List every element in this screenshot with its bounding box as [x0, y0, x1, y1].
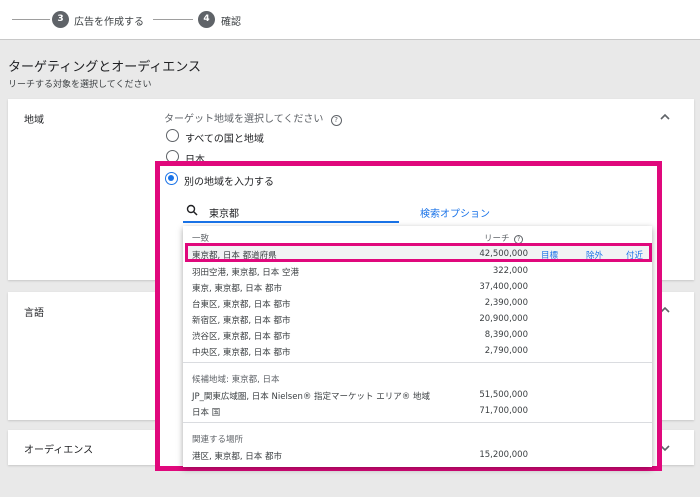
- step-label[interactable]: 確認: [221, 13, 241, 28]
- stepper: 3 広告を作成する 4 確認: [0, 0, 700, 40]
- radio-all-countries-label: すべての国と地域: [185, 134, 264, 145]
- help-icon[interactable]: ?: [330, 115, 342, 126]
- region-label: 地域: [24, 115, 44, 126]
- location-search-input[interactable]: 東京都: [209, 205, 239, 220]
- search-underline: [183, 221, 399, 223]
- step-connector: [153, 19, 193, 20]
- result-row-reach: 322,000: [492, 266, 528, 276]
- region-prompt: ターゲット地域を選択してください ?: [164, 110, 342, 126]
- result-row-name[interactable]: 羽田空港, 東京都, 日本 空港: [192, 266, 299, 278]
- result-row-name[interactable]: 渋谷区, 東京都, 日本 都市: [192, 330, 291, 342]
- highlight-row-frame: [185, 243, 652, 262]
- radio-all-countries[interactable]: [166, 129, 179, 142]
- result-row-name[interactable]: 台東区, 東京都, 日本 都市: [192, 298, 291, 310]
- audience-label: オーディエンス: [24, 445, 94, 456]
- step-label[interactable]: 広告を作成する: [74, 13, 144, 28]
- search-options-link[interactable]: 検索オプション: [420, 205, 490, 220]
- language-label: 言語: [24, 308, 44, 319]
- result-row-reach: 2,390,000: [484, 298, 528, 308]
- result-row-reach: 2,790,000: [484, 346, 528, 356]
- section-subtitle: リーチする対象を選択してください: [8, 80, 152, 90]
- related-header: 関連する場所: [192, 435, 244, 445]
- result-row-reach: 51,500,000: [479, 390, 528, 400]
- section-title: ターゲティングとオーディエンス: [8, 60, 202, 75]
- result-row-name[interactable]: 港区, 東京都, 日本 都市: [192, 450, 282, 462]
- step-number: 4: [198, 11, 215, 28]
- result-row-name[interactable]: JP_関東広域圏, 日本 Nielsen® 指定マーケット エリア® 地域: [192, 390, 430, 402]
- result-row-name[interactable]: 新宿区, 東京都, 日本 都市: [192, 314, 291, 326]
- result-row-name[interactable]: 中央区, 東京都, 日本 都市: [192, 346, 291, 358]
- result-row-reach: 37,400,000: [479, 282, 528, 292]
- result-row-reach: 71,700,000: [479, 406, 528, 416]
- group-divider: [183, 362, 652, 363]
- group-divider: [183, 422, 652, 423]
- result-row-reach: 20,900,000: [479, 314, 528, 324]
- step-number: 3: [52, 11, 69, 28]
- result-row-reach: 8,390,000: [484, 330, 528, 340]
- search-icon: [186, 204, 198, 216]
- step-connector: [12, 19, 50, 20]
- candidates-header: 候補地域: 東京都, 日本: [192, 375, 280, 385]
- result-row-reach: 15,200,000: [479, 450, 528, 460]
- radio-other-region-label: 別の地域を入力する: [184, 177, 274, 188]
- result-row-name[interactable]: 東京, 東京都, 日本 都市: [192, 282, 282, 294]
- chevron-up-icon[interactable]: [659, 111, 671, 123]
- result-row-name[interactable]: 日本 国: [192, 406, 220, 418]
- radio-other-region[interactable]: [165, 172, 178, 185]
